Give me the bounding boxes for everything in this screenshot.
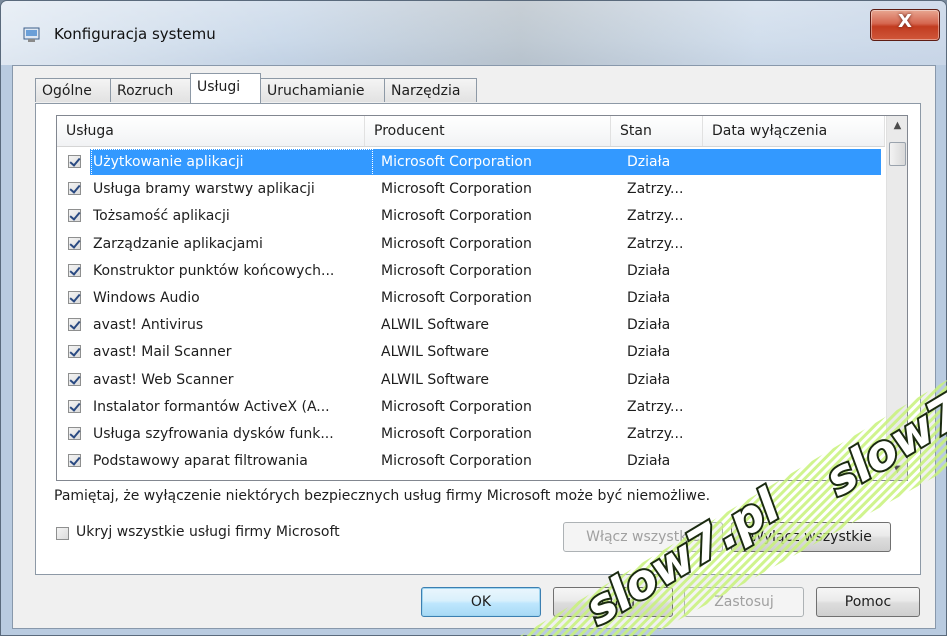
table-row[interactable]: Użytkowanie aplikacji Microsoft Corporati…	[57, 149, 885, 176]
service-state: Działa	[627, 453, 671, 470]
table-row[interactable]: Konstruktor punktów końcowych... Microsof…	[57, 258, 885, 285]
service-name: avast! Web Scanner	[93, 371, 234, 388]
service-name: avast! Antivirus	[93, 317, 204, 334]
service-name: Windows Audio	[93, 289, 200, 306]
table-row[interactable]: Usługa szyfrowania dysków funk... Microso…	[57, 421, 885, 448]
service-name: Konstruktor punktów końcowych...	[93, 262, 335, 279]
services-list[interactable]: Usługa Producent Stan Data wyłączenia Uż…	[56, 115, 908, 481]
table-row[interactable]: Usługa bramy warstwy aplikacji Microsoft …	[57, 176, 885, 203]
column-header-disabled-date[interactable]: Data wyłączenia	[703, 116, 885, 146]
service-name: avast! Mail Scanner	[93, 344, 232, 361]
service-vendor: Microsoft Corporation	[381, 262, 532, 279]
service-rows: Użytkowanie aplikacji Microsoft Corporati…	[57, 149, 885, 475]
close-icon: X	[898, 11, 912, 32]
vertical-scrollbar[interactable]: ▲ ▼	[886, 116, 907, 480]
service-enabled-checkbox[interactable]	[68, 209, 81, 223]
services-tab-panel: Usługa Producent Stan Data wyłączenia Uż…	[35, 103, 921, 575]
service-vendor: ALWIL Software	[381, 371, 490, 388]
service-state: Działa	[627, 262, 671, 279]
table-row[interactable]: avast! Web Scanner ALWIL Software Działa	[57, 367, 885, 394]
service-vendor: Microsoft Corporation	[381, 453, 532, 470]
service-name: Instalator formantów ActiveX (A...	[93, 398, 330, 415]
service-enabled-checkbox[interactable]	[68, 318, 81, 332]
service-vendor: Microsoft Corporation	[381, 181, 532, 198]
service-enabled-checkbox[interactable]	[68, 155, 81, 168]
service-name: Użytkowanie aplikacji	[91, 149, 373, 176]
help-button[interactable]: Pomoc	[816, 587, 920, 617]
service-state: Działa	[627, 289, 671, 306]
service-name: Podstawowy aparat filtrowania	[93, 453, 308, 470]
service-state: Zatrzy...	[627, 398, 684, 415]
service-name: Usługa szyfrowania dysków funk...	[93, 425, 334, 442]
table-row[interactable]: Tożsamość aplikacji Microsoft Corporation…	[57, 203, 885, 230]
service-name: Usługa bramy warstwy aplikacji	[93, 181, 315, 198]
title-bar[interactable]: Konfiguracja systemu X	[1, 1, 946, 65]
service-enabled-checkbox[interactable]	[68, 345, 81, 359]
service-state: Działa	[627, 371, 671, 388]
scroll-thumb[interactable]	[889, 142, 906, 166]
service-enabled-checkbox[interactable]	[68, 236, 81, 250]
service-enabled-checkbox[interactable]	[68, 372, 81, 386]
dialog-client-area: Ogólne Rozruch Usługi Uruchamianie Narzę…	[12, 65, 936, 629]
service-enabled-checkbox[interactable]	[68, 454, 81, 468]
tab-general[interactable]: Ogólne	[35, 78, 111, 102]
table-row[interactable]: Instalator formantów ActiveX (A... Micros…	[57, 394, 885, 421]
table-row[interactable]: Zarządzanie aplikacjami Microsoft Corpora…	[57, 231, 885, 258]
ok-button[interactable]: OK	[421, 587, 541, 617]
hide-ms-checkbox-label[interactable]: Ukryj wszystkie usługi firmy Microsoft	[76, 524, 340, 540]
service-vendor: Microsoft Corporation	[381, 425, 532, 442]
tab-startup-boot[interactable]: Rozruch	[110, 78, 191, 102]
scroll-up-arrow-icon[interactable]: ▲	[887, 116, 907, 136]
window-title: Konfiguracja systemu	[54, 25, 216, 43]
table-row[interactable]: avast! Antivirus ALWIL Software Działa	[57, 312, 885, 339]
service-vendor: Microsoft Corporation	[381, 154, 532, 170]
system-config-window: Konfiguracja systemu X Ogólne Rozruch Us…	[0, 0, 947, 636]
microsoft-services-notice: Pamiętaj, że wyłączenie niektórych bezpi…	[54, 488, 711, 504]
service-enabled-checkbox[interactable]	[68, 182, 81, 196]
service-vendor: Microsoft Corporation	[381, 398, 532, 415]
tab-services[interactable]: Usługi	[190, 73, 261, 103]
hide-ms-checkbox-box[interactable]	[56, 527, 69, 540]
service-name: Zarządzanie aplikacjami	[93, 235, 263, 252]
column-header-state[interactable]: Stan	[611, 116, 703, 146]
apply-button[interactable]: Zastosuj	[684, 587, 804, 617]
service-vendor: ALWIL Software	[381, 344, 490, 361]
service-enabled-checkbox[interactable]	[68, 263, 81, 277]
cancel-button[interactable]: Anuluj	[553, 587, 673, 617]
service-vendor: Microsoft Corporation	[381, 289, 532, 306]
service-state: Działa	[627, 154, 671, 170]
service-state: Zatrzy...	[627, 181, 684, 198]
service-state: Zatrzy...	[627, 425, 684, 442]
disable-all-button[interactable]: Wyłącz wszystkie	[731, 522, 891, 552]
service-state: Działa	[627, 344, 671, 361]
column-header-vendor[interactable]: Producent	[365, 116, 611, 146]
enable-all-button[interactable]: Włącz wszystkie	[563, 522, 723, 552]
tab-startup[interactable]: Uruchamianie	[260, 78, 385, 102]
service-state: Zatrzy...	[627, 208, 684, 225]
service-enabled-checkbox[interactable]	[68, 399, 81, 413]
service-state: Zatrzy...	[627, 235, 684, 252]
service-name: Tożsamość aplikacji	[93, 208, 230, 225]
service-vendor: Microsoft Corporation	[381, 235, 532, 252]
column-header-service[interactable]: Usługa	[57, 116, 365, 146]
scroll-down-arrow-icon[interactable]: ▼	[887, 460, 907, 480]
tab-tools[interactable]: Narzędzia	[384, 78, 477, 102]
table-row[interactable]: Windows Audio Microsoft Corporation Działa	[57, 285, 885, 312]
close-button[interactable]: X	[870, 9, 940, 41]
table-row[interactable]: avast! Mail Scanner ALWIL Software Działa	[57, 339, 885, 366]
service-vendor: Microsoft Corporation	[381, 208, 532, 225]
service-state: Działa	[627, 317, 671, 334]
service-enabled-checkbox[interactable]	[68, 290, 81, 304]
service-vendor: ALWIL Software	[381, 317, 490, 334]
msconfig-app-icon	[23, 27, 40, 42]
service-enabled-checkbox[interactable]	[68, 426, 81, 440]
column-header-row: Usługa Producent Stan Data wyłączenia	[57, 116, 885, 147]
table-row[interactable]: Podstawowy aparat filtrowania Microsoft C…	[57, 448, 885, 475]
